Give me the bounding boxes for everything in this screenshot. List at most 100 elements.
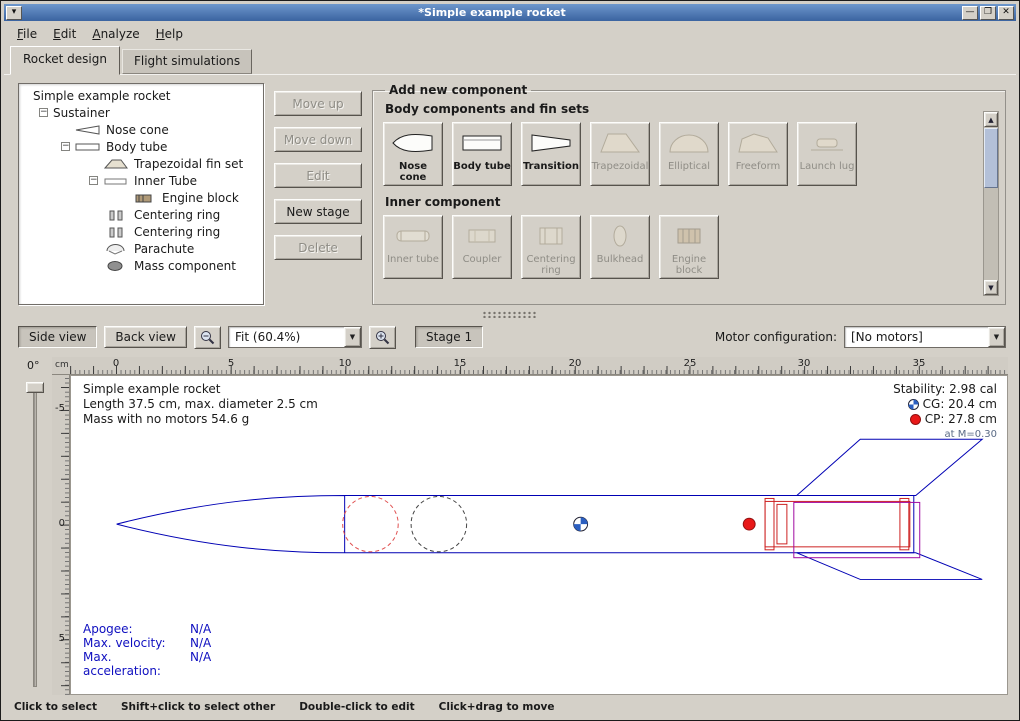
rocket-name: Simple example rocket <box>83 382 318 397</box>
component-label: Transition <box>523 161 579 172</box>
transition-icon <box>528 128 574 158</box>
component-tree[interactable]: Simple example rocket − Sustainer Nose c… <box>18 83 264 305</box>
menu-analyze[interactable]: Analyze <box>85 24 146 44</box>
window-menu-icon[interactable]: ▾ <box>6 6 22 20</box>
scroll-down-icon[interactable]: ▼ <box>984 280 998 295</box>
ruler-tick-label: 30 <box>798 358 811 369</box>
motor-configuration-select[interactable]: [No motors] ▼ <box>844 326 1006 348</box>
tree-item-body-tube[interactable]: − Body tube <box>19 138 263 155</box>
apogee-label: Apogee: <box>83 622 190 636</box>
chevron-down-icon[interactable]: ▼ <box>988 327 1005 347</box>
component-label: Nose cone <box>384 161 442 183</box>
rotation-slider[interactable] <box>33 385 37 687</box>
ruler-unit: cm <box>52 357 70 375</box>
coupler-icon <box>459 221 505 251</box>
inner-components-row: Inner tube Coupler Centering ring Bulkhe… <box>383 215 975 279</box>
cp-value: CP: 27.8 cm <box>925 412 997 427</box>
split-pane-divider[interactable] <box>4 309 1016 319</box>
minimize-button[interactable]: — <box>962 6 978 20</box>
status-hint: Click to select <box>14 701 97 713</box>
collapse-icon[interactable]: − <box>89 176 98 185</box>
tree-item-engine-block[interactable]: Engine block <box>19 189 263 206</box>
launch-lug-icon <box>804 128 850 158</box>
elliptical-fin-icon <box>666 128 712 158</box>
menu-edit[interactable]: Edit <box>46 24 83 44</box>
flight-data: Apogee:N/A Max. velocity:N/A Max. accele… <box>83 622 211 678</box>
rotation-slider-handle[interactable] <box>26 382 44 393</box>
close-button[interactable]: ✕ <box>998 6 1014 20</box>
ruler-tick-label: -5 <box>55 403 65 414</box>
edit-button: Edit <box>274 163 362 188</box>
vertical-ruler: -5 0 5 <box>52 375 70 695</box>
component-label: Inner tube <box>387 254 439 265</box>
tree-item-rocket[interactable]: Simple example rocket <box>19 87 263 104</box>
nose-cone-icon <box>75 124 101 136</box>
ruler-tick-label: 15 <box>454 358 467 369</box>
tree-item-parachute[interactable]: Parachute <box>19 240 263 257</box>
add-body-tube-button[interactable]: Body tube <box>452 122 512 186</box>
chevron-down-icon[interactable]: ▼ <box>344 327 361 347</box>
status-bar: Click to select Shift+click to select ot… <box>4 695 1016 717</box>
collapse-icon[interactable]: − <box>39 108 48 117</box>
centering-ring-icon <box>103 226 129 238</box>
ruler-tick-label: 20 <box>569 358 582 369</box>
tree-item-centering-ring-1[interactable]: Centering ring <box>19 206 263 223</box>
rocket-info: Simple example rocket Length 37.5 cm, ma… <box>83 382 318 427</box>
engine-block-icon <box>131 192 157 204</box>
add-nose-cone-button[interactable]: Nose cone <box>383 122 443 186</box>
magnifier-minus-icon <box>200 330 215 345</box>
maximize-button[interactable]: ❐ <box>980 6 996 20</box>
nose-cone-icon <box>390 128 436 158</box>
tree-item-label: Centering ring <box>134 208 220 222</box>
bulkhead-icon <box>597 221 643 251</box>
add-engine-block-button: Engine block <box>659 215 719 279</box>
divider-grip-icon <box>482 311 538 318</box>
motor-configuration-label: Motor configuration: <box>715 330 837 344</box>
apogee-value: N/A <box>190 622 211 636</box>
ruler-tick-label: 35 <box>913 358 926 369</box>
parachute-icon <box>103 243 129 255</box>
move-down-button: Move down <box>274 127 362 152</box>
ruler-tick-label: 25 <box>684 358 697 369</box>
freeform-fin-icon <box>735 128 781 158</box>
tree-item-sustainer[interactable]: − Sustainer <box>19 104 263 121</box>
zoom-select[interactable]: Fit (60.4%) ▼ <box>228 326 362 348</box>
zoom-out-button[interactable] <box>194 326 221 349</box>
add-transition-button[interactable]: Transition <box>521 122 581 186</box>
rocket-canvas[interactable]: Simple example rocket Length 37.5 cm, ma… <box>70 375 1008 695</box>
add-component-group: Add new component Body components and fi… <box>372 83 1006 305</box>
component-label: Engine block <box>660 254 718 276</box>
tree-item-nose-cone[interactable]: Nose cone <box>19 121 263 138</box>
stage-1-toggle[interactable]: Stage 1 <box>415 326 483 348</box>
new-stage-button[interactable]: New stage <box>274 199 362 224</box>
tree-item-label: Nose cone <box>106 123 169 137</box>
component-label: Body tube <box>453 161 511 172</box>
max-velocity-label: Max. velocity: <box>83 636 190 650</box>
tab-rocket-design[interactable]: Rocket design <box>10 46 120 75</box>
tab-bar: Rocket design Flight simulations <box>4 46 1016 75</box>
centering-ring-icon <box>103 209 129 221</box>
move-up-button: Move up <box>274 91 362 116</box>
collapse-icon[interactable]: − <box>61 142 70 151</box>
tree-item-mass-component[interactable]: Mass component <box>19 257 263 274</box>
component-scrollbar[interactable]: ▲ ▼ <box>983 111 999 296</box>
tree-item-label: Inner Tube <box>134 174 197 188</box>
component-label: Elliptical <box>668 161 710 172</box>
tree-item-centering-ring-2[interactable]: Centering ring <box>19 223 263 240</box>
ruler-tick-label: 0 <box>113 358 119 369</box>
component-label: Trapezoidal <box>592 161 649 172</box>
ruler-tick-label: 5 <box>228 358 234 369</box>
tree-item-inner-tube[interactable]: − Inner Tube <box>19 172 263 189</box>
tree-item-fin-set[interactable]: Trapezoidal fin set <box>19 155 263 172</box>
body-tube-icon <box>75 141 101 153</box>
side-view-button[interactable]: Side view <box>18 326 97 348</box>
zoom-in-button[interactable] <box>369 326 396 349</box>
inner-component-label: Inner component <box>385 195 975 209</box>
scrollbar-thumb[interactable] <box>984 128 998 188</box>
zoom-value: Fit (60.4%) <box>229 327 344 347</box>
menu-help[interactable]: Help <box>149 24 190 44</box>
scroll-up-icon[interactable]: ▲ <box>984 112 998 127</box>
tab-flight-simulations[interactable]: Flight simulations <box>122 49 252 74</box>
menu-file[interactable]: File <box>10 24 44 44</box>
back-view-button[interactable]: Back view <box>104 326 187 348</box>
